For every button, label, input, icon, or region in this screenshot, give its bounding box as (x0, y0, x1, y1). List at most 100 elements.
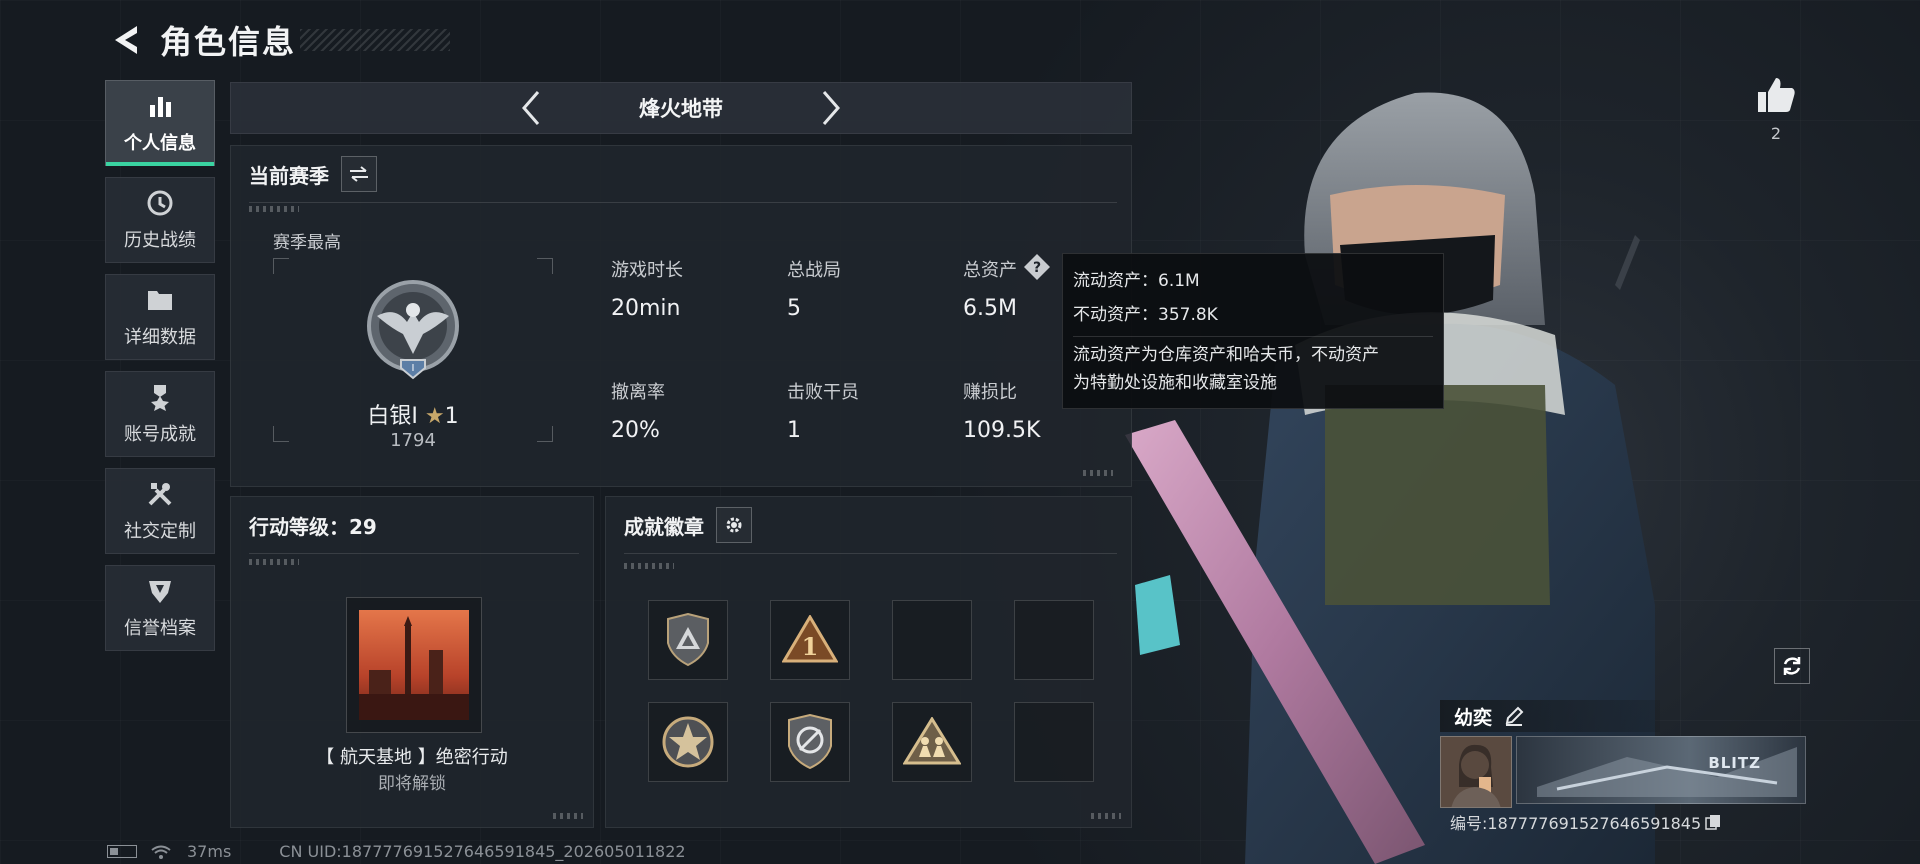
svg-text:I: I (412, 363, 415, 374)
tools-icon (145, 479, 175, 509)
badge-slot[interactable] (648, 702, 728, 782)
stat-label: 撤离率 (611, 382, 665, 403)
liquid-assets-text: 流动资产：6.1M (1073, 271, 1200, 291)
assets-tooltip: 流动资产：6.1M 不动资产：357.8K 流动资产为仓库资产和哈夫币，不动资产… (1062, 253, 1444, 409)
thumbs-up-icon (1758, 78, 1795, 112)
back-button[interactable] (108, 20, 144, 60)
rank-frame: I 白银I ★1 1794 (273, 258, 553, 451)
rank-score: 1794 (390, 430, 436, 451)
sidebar-item-achievements[interactable]: 账号成就 (105, 371, 215, 457)
sidebar-item-personal-info[interactable]: 个人信息 (105, 80, 215, 166)
battery-icon (107, 845, 137, 858)
badge-slot-empty[interactable] (1014, 600, 1094, 680)
wifi-icon (151, 845, 171, 859)
stat-label: 击败干员 (787, 382, 859, 403)
player-name: 幼奕 (1454, 706, 1493, 729)
medal-icon (145, 382, 175, 412)
operation-card[interactable] (346, 597, 482, 733)
sidebar-item-detailed-data[interactable]: 详细数据 (105, 274, 215, 360)
decoration (249, 559, 299, 565)
mode-switcher: 烽火地带 (230, 82, 1132, 134)
badge-slot-empty[interactable] (892, 600, 972, 680)
page-title: 角色信息 (160, 23, 297, 61)
silver-rank-emblem-icon: I (367, 280, 459, 380)
stat-value: 1 (787, 418, 801, 443)
stat-value: 5 (787, 296, 801, 321)
stat-profit-loss-ratio: 赚损比 109.5K (963, 378, 1040, 443)
rank-star-count: 1 (444, 404, 459, 429)
decoration (1083, 470, 1113, 476)
player-card: 幼奕 BLITZ 编号:187777691527646591845 (1440, 700, 1810, 833)
stat-value: 20% (611, 418, 660, 443)
gear-icon (726, 517, 742, 533)
stat-value: 109.5K (963, 418, 1041, 443)
like-button[interactable]: 2 (1754, 76, 1798, 143)
stat-value: 20min (611, 296, 681, 321)
header: 角色信息 (108, 18, 451, 62)
star-icon: ★ (424, 404, 445, 429)
folder-icon (145, 285, 175, 315)
uid-text: CN UID:187777691527646591845_20260501182… (279, 842, 686, 861)
divider (249, 553, 579, 554)
sidebar-item-label: 信誉档案 (124, 618, 196, 639)
svg-text:?: ? (1033, 260, 1041, 276)
assets-note-line-2: 为特勤处设施和收藏室设施 (1073, 373, 1277, 393)
sidebar-item-social[interactable]: 社交定制 (105, 468, 215, 554)
triangle-shield-badge-icon (667, 613, 709, 667)
action-level-panel: 行动等级：29 【 航天基地 】绝密行动 即将解锁 (230, 496, 594, 828)
mode-prev-button[interactable] (511, 82, 551, 134)
action-level-title: 行动等级：29 (249, 514, 377, 539)
divider (249, 202, 1117, 203)
chevron-right-icon (822, 91, 840, 125)
refresh-button[interactable] (1774, 648, 1810, 684)
operation-name: 【 航天基地 】绝密行动 (316, 747, 508, 768)
sidebar-item-label: 历史战绩 (124, 230, 196, 251)
svg-text:1: 1 (802, 632, 819, 661)
season-title: 当前赛季 (249, 163, 329, 188)
player-banner[interactable]: BLITZ (1516, 736, 1806, 804)
decoration (553, 813, 583, 819)
rank-tier: 白银I (367, 404, 418, 429)
mode-next-button[interactable] (811, 82, 851, 134)
number-one-badge-icon: 1 (782, 615, 838, 663)
star-circle-badge-icon (662, 716, 714, 768)
chevron-left-icon (522, 91, 540, 125)
player-id-row: 编号:187777691527646591845 (1450, 810, 1721, 834)
history-icon (145, 188, 175, 218)
stat-label: 游戏时长 (611, 260, 683, 281)
swap-icon (350, 166, 368, 182)
fixed-assets-text: 不动资产：357.8K (1073, 305, 1218, 325)
divider (1073, 336, 1433, 337)
stat-total-matches: 总战局 5 (787, 256, 841, 321)
season-panel: 当前赛季 赛季最高 I 白银I ★1 1794 游戏时长 20min 总战局 5… (230, 145, 1132, 487)
sidebar-item-label: 个人信息 (124, 133, 196, 154)
season-best-label: 赛季最高 (273, 233, 341, 253)
like-count: 2 (1770, 124, 1782, 143)
stat-operators-defeated: 击败干员 1 (787, 378, 859, 443)
back-arrow-icon (115, 26, 137, 54)
decoration (1091, 813, 1121, 819)
assets-note-line-1: 流动资产为仓库资产和哈夫币，不动资产 (1073, 345, 1379, 365)
badge-slot[interactable] (648, 600, 728, 680)
badge-slot-empty[interactable] (1014, 702, 1094, 782)
badge-slot[interactable] (892, 702, 972, 782)
stat-value: 6.5M (963, 296, 1017, 321)
sidebar-item-label: 账号成就 (124, 424, 196, 445)
ping-value: 37ms (187, 842, 232, 861)
badge-settings-button[interactable] (716, 507, 752, 543)
sidebar-item-reputation[interactable]: 信誉档案 (105, 565, 215, 651)
title-decoration (300, 29, 451, 51)
switch-season-button[interactable] (341, 156, 377, 192)
stat-label: 赚损比 (963, 382, 1017, 403)
copy-icon[interactable] (1705, 814, 1721, 830)
badge-slot[interactable]: 1 (770, 600, 850, 680)
stat-label: 总战局 (787, 260, 841, 281)
help-icon[interactable]: ? (1023, 253, 1051, 281)
badge-slot[interactable] (770, 702, 850, 782)
bar-chart-icon (145, 91, 175, 121)
sidebar-item-history[interactable]: 历史战绩 (105, 177, 215, 263)
stat-play-time: 游戏时长 20min (611, 256, 683, 321)
edit-icon[interactable] (1504, 706, 1524, 726)
decoration (624, 563, 674, 569)
avatar[interactable] (1440, 736, 1512, 808)
